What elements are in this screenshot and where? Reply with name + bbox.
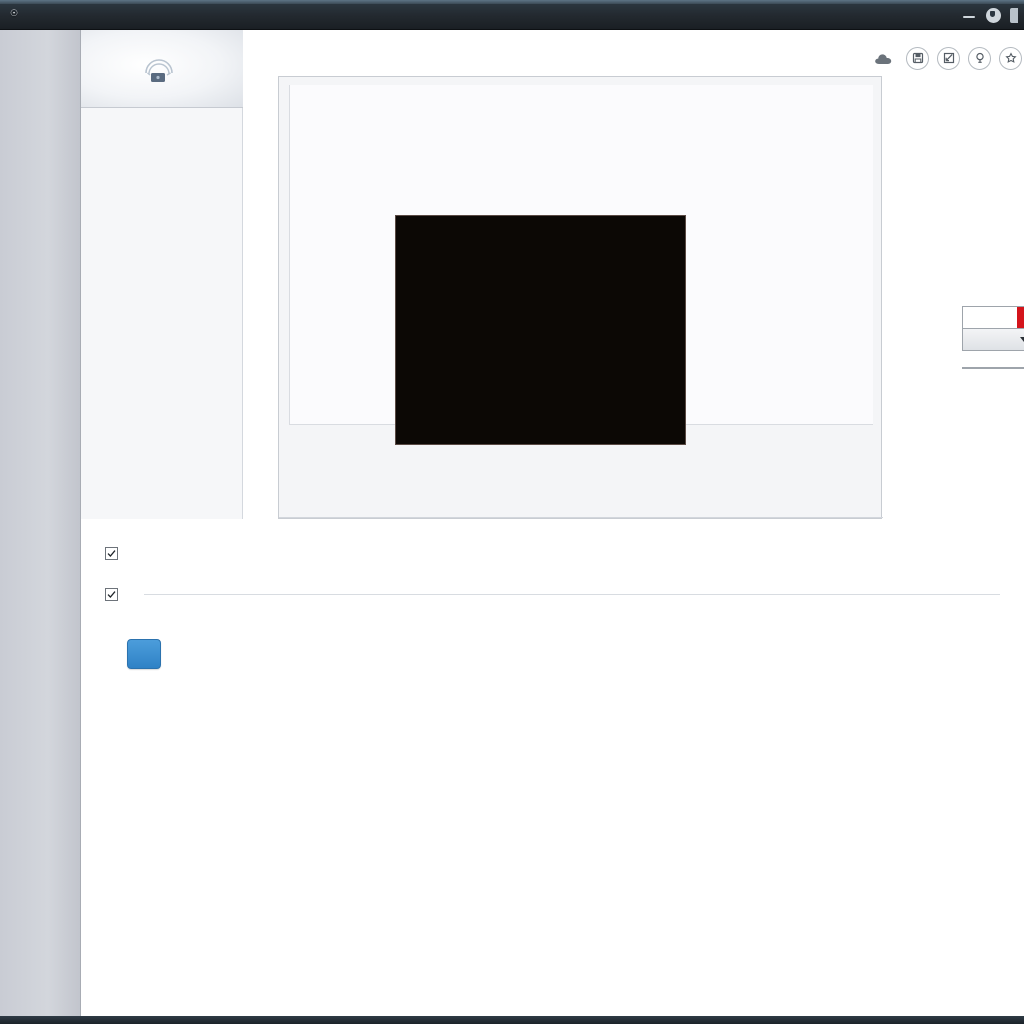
close-icon[interactable] [1010, 7, 1018, 23]
section-one [81, 547, 1024, 560]
minimize-icon[interactable] [961, 7, 977, 23]
top-toolbar [874, 38, 1024, 78]
chart-action-list [962, 367, 1024, 369]
brand-logo [81, 30, 243, 108]
section-two-checkbox[interactable] [105, 588, 118, 601]
readout-display [962, 306, 1024, 329]
legend-divider [279, 517, 883, 518]
edit-icon[interactable] [937, 46, 960, 70]
window-bottom-edge [0, 1016, 1024, 1024]
waveform-plot [290, 85, 874, 425]
section-two [81, 588, 1024, 674]
application-window: ☉ [0, 0, 1024, 1024]
help-icon[interactable] [968, 46, 991, 70]
readout-dropdown[interactable] [962, 329, 1024, 351]
outer-sidebar [0, 30, 81, 1024]
window-controls [961, 0, 1018, 30]
chevron-down-icon [1020, 337, 1024, 342]
bookmark-icon[interactable] [999, 46, 1022, 70]
section-one-header [105, 547, 1000, 560]
readout-label [963, 307, 1017, 328]
section-two-rule [144, 594, 1000, 595]
section-two-header [105, 588, 1000, 601]
headphones-icon [144, 58, 173, 82]
chart-legend [279, 482, 883, 508]
chart-panel [278, 76, 1024, 519]
submit-button[interactable] [127, 639, 161, 669]
content-area [81, 519, 1024, 1024]
restore-icon[interactable] [986, 7, 1001, 23]
save-icon[interactable] [906, 46, 929, 70]
cloud-status [874, 52, 896, 65]
waveform-chart [289, 85, 873, 425]
readout-control [962, 306, 1024, 351]
title-bar: ☉ [0, 0, 1024, 30]
readout-swatch [1017, 307, 1024, 328]
window-title: ☉ [10, 8, 19, 18]
title-bar-accent [0, 0, 1024, 4]
cloud-icon [875, 53, 892, 64]
section-one-checkbox[interactable] [105, 547, 118, 560]
